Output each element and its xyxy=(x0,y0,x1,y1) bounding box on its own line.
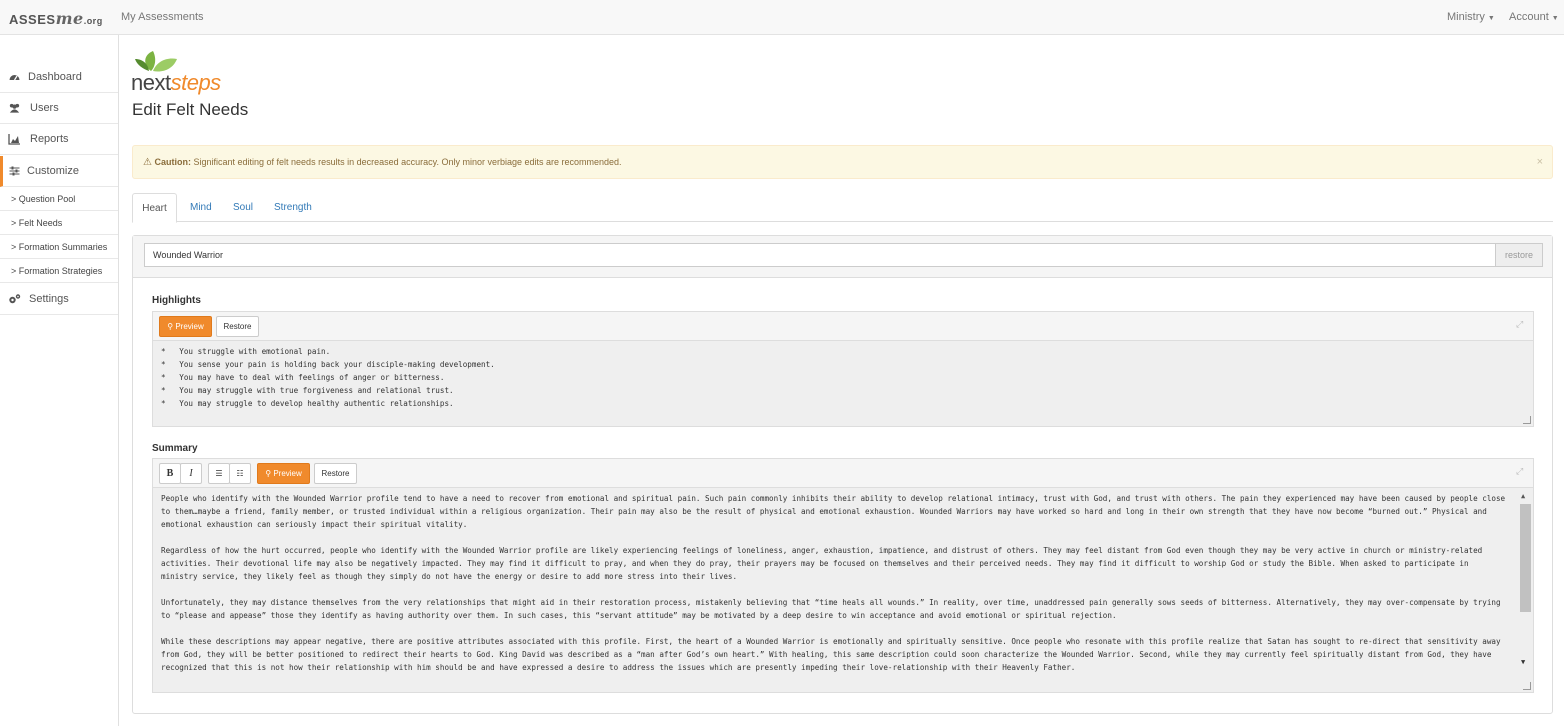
italic-button[interactable]: I xyxy=(180,463,202,484)
tab-mind[interactable]: Mind xyxy=(190,193,212,222)
brand-text: ASSES xyxy=(9,12,56,27)
close-icon[interactable]: × xyxy=(1537,156,1543,168)
alert-strong: Caution: xyxy=(154,157,191,167)
nav-account-dropdown[interactable]: Account ▼ xyxy=(1509,11,1559,23)
highlight-line: * You struggle with emotional pain. xyxy=(161,347,331,356)
gears-icon xyxy=(9,294,21,304)
bold-button[interactable]: B xyxy=(159,463,181,484)
caution-alert: ⚠ Caution: Significant editing of felt n… xyxy=(132,145,1553,179)
summary-preview-button[interactable]: ⚲ Preview xyxy=(257,463,310,484)
sidebar-item-settings[interactable]: Settings xyxy=(0,284,118,315)
tab-strength[interactable]: Strength xyxy=(274,193,312,222)
fullscreen-icon[interactable]: ⤢ xyxy=(1516,319,1525,329)
sliders-icon xyxy=(9,166,20,176)
subitem-label: > Felt Needs xyxy=(11,218,63,228)
unordered-list-button[interactable]: ☰ xyxy=(208,463,230,484)
sidebar-item-reports[interactable]: Reports xyxy=(0,124,118,155)
sidebar-item-label: Dashboard xyxy=(28,71,82,83)
alert-text: Significant editing of felt needs result… xyxy=(190,157,622,167)
logo-wordmark: nextsteps xyxy=(131,70,221,96)
sidebar-subitem-felt-needs[interactable]: > Felt Needs xyxy=(0,211,118,235)
sidebar-item-users[interactable]: Users xyxy=(0,93,118,124)
subitem-label: > Formation Summaries xyxy=(11,242,108,252)
category-tabs: Heart Mind Soul Strength xyxy=(132,193,1553,223)
summary-paragraph: Regardless of how the hurt occurred, peo… xyxy=(161,546,1483,581)
ordered-list-button[interactable]: ☷ xyxy=(229,463,251,484)
highlights-preview-button[interactable]: ⚲ Preview xyxy=(159,316,212,337)
logo-text-next: next xyxy=(131,70,171,95)
summary-toolbar: B I ☰ ☷ ⚲ Preview Restore ⤢ xyxy=(152,458,1534,488)
highlights-restore-button[interactable]: Restore xyxy=(216,316,259,337)
top-navbar: ASSESme.org My Assessments Ministry ▼ Acc… xyxy=(0,0,1564,35)
scroll-down-icon[interactable]: ▼ xyxy=(1521,656,1525,669)
felt-need-panel: Wounded Warrior restore Highlights ⚲ Pre… xyxy=(132,235,1553,714)
list-ul-icon: ☰ xyxy=(215,469,223,478)
search-icon: ⚲ xyxy=(265,469,272,478)
list-ol-icon: ☷ xyxy=(236,469,244,478)
tab-heart[interactable]: Heart xyxy=(132,193,177,223)
sidebar-item-customize[interactable]: Customize xyxy=(0,156,118,187)
ministry-label: Ministry xyxy=(1447,11,1485,23)
brand-org: .org xyxy=(83,16,103,26)
summary-restore-button[interactable]: Restore xyxy=(314,463,357,484)
brand-script: me xyxy=(55,9,84,28)
main-content: nextsteps Edit Felt Needs ⚠ Caution: Sig… xyxy=(120,35,1564,726)
search-icon: ⚲ xyxy=(167,322,174,331)
fullscreen-icon[interactable]: ⤢ xyxy=(1516,466,1525,476)
subitem-label: > Formation Strategies xyxy=(11,266,103,276)
highlights-toolbar: ⚲ Preview Restore ⤢ xyxy=(152,311,1534,341)
nav-my-assessments[interactable]: My Assessments xyxy=(121,11,204,23)
sidebar-subitem-question-pool[interactable]: > Question Pool xyxy=(0,187,118,211)
resize-handle[interactable] xyxy=(1523,682,1531,690)
highlights-label: Highlights xyxy=(152,295,201,306)
account-label: Account xyxy=(1509,11,1549,23)
nextsteps-logo: nextsteps xyxy=(131,47,241,95)
caret-down-icon: ▼ xyxy=(1487,15,1495,22)
highlight-line: * You may struggle with true forgiveness… xyxy=(161,386,454,395)
nav-ministry-dropdown[interactable]: Ministry ▼ xyxy=(1447,11,1495,23)
sidebar-item-label: Settings xyxy=(29,293,69,305)
highlight-line: * You sense your pain is holding back yo… xyxy=(161,360,495,369)
brand-logo[interactable]: ASSESme.org xyxy=(9,9,103,28)
preview-label: Preview xyxy=(273,469,302,478)
subitem-label: > Question Pool xyxy=(11,194,76,204)
sidebar-item-label: Users xyxy=(30,102,59,114)
preview-label: Preview xyxy=(175,322,204,331)
users-icon xyxy=(9,103,20,113)
caret-down-icon: ▼ xyxy=(1551,15,1559,22)
alert-message: ⚠ Caution: Significant editing of felt n… xyxy=(143,157,622,168)
tab-soul[interactable]: Soul xyxy=(233,193,253,222)
highlight-line: * You may have to deal with feelings of … xyxy=(161,373,445,382)
summary-paragraph: Unfortunately, they may distance themsel… xyxy=(161,598,1501,620)
dashboard-icon xyxy=(9,75,20,81)
page-title: Edit Felt Needs xyxy=(132,100,249,119)
summary-paragraph: While these descriptions may appear nega… xyxy=(161,637,1501,672)
scroll-up-icon[interactable]: ▲ xyxy=(1521,490,1525,503)
sidebar-subitem-formation-summaries[interactable]: > Formation Summaries xyxy=(0,235,118,259)
restore-name-button[interactable]: restore xyxy=(1495,243,1543,267)
panel-heading: Wounded Warrior restore xyxy=(133,236,1552,278)
summary-paragraph: People who identify with the Wounded War… xyxy=(161,494,1506,529)
scroll-thumb[interactable] xyxy=(1520,504,1531,612)
logo-text-steps: steps xyxy=(170,70,222,95)
sidebar-subitem-formation-strategies[interactable]: > Formation Strategies xyxy=(0,259,118,283)
highlight-line: * You may struggle to develop healthy au… xyxy=(161,399,454,408)
highlights-textarea[interactable]: * You struggle with emotional pain. * Yo… xyxy=(152,341,1534,427)
warning-icon: ⚠ xyxy=(143,157,152,168)
sidebar-item-label: Reports xyxy=(30,133,69,145)
sidebar-item-label: Customize xyxy=(27,165,79,177)
felt-need-name-input[interactable]: Wounded Warrior xyxy=(144,243,1496,267)
scrollbar[interactable]: ▲ ▼ xyxy=(1519,490,1531,670)
summary-textarea[interactable]: People who identify with the Wounded War… xyxy=(152,488,1534,693)
chart-icon xyxy=(8,134,20,145)
sidebar: Dashboard Users Reports Customize > Ques… xyxy=(0,35,119,726)
resize-handle[interactable] xyxy=(1523,416,1531,424)
sidebar-item-dashboard[interactable]: Dashboard xyxy=(0,62,118,93)
summary-label: Summary xyxy=(152,443,198,454)
